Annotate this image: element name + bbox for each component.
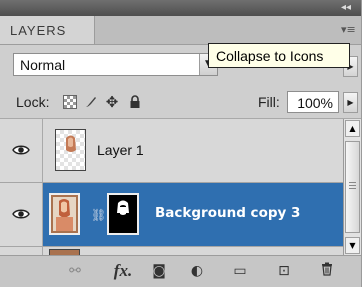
fx-icon[interactable]: fx. [110,262,136,280]
lock-row: Lock: ✥ Fill: 100% ▶ [0,86,361,119]
fill-value: 100% [297,95,333,111]
layers-panel: ◂◂ LAYERS ▾≡ Normal ▼ ▶ Collapse to Icon… [0,0,362,287]
new-layer-icon[interactable]: ⊡ [275,262,293,280]
panel-menu-icon[interactable]: ▾≡ [341,24,356,36]
eye-icon [12,145,30,155]
layer-name[interactable]: Layer 1 [97,142,144,158]
lock-label: Lock: [16,94,50,110]
link-icon[interactable]: ⚯ [63,262,87,280]
scroll-thumb[interactable] [345,141,360,233]
padlock-icon[interactable] [128,95,142,109]
layer-name[interactable]: Background copy 3 [155,205,300,221]
add-mask-icon[interactable]: ◙ [150,262,168,280]
layer-row-partial[interactable] [0,247,343,255]
fill-input[interactable]: 100% [287,91,339,113]
eye-icon [12,209,30,219]
tab-layers-label: LAYERS [10,23,67,38]
lock-pixels-icon[interactable] [84,95,98,109]
scroll-down-icon[interactable]: ▼ [345,237,360,254]
tab-layers[interactable]: LAYERS [0,16,95,44]
move-icon[interactable]: ✥ [105,95,119,110]
lock-transparent-icon[interactable] [63,95,77,109]
tab-row: LAYERS ▾≡ [0,16,361,45]
adjustment-icon[interactable]: ◐ [188,262,206,280]
tooltip-text: Collapse to Icons [216,48,324,64]
mask-link-icon[interactable]: ⛓ [91,208,106,222]
trash-icon[interactable] [318,262,336,280]
layer-row-selected[interactable]: ⛓ Background copy 3 [0,183,343,247]
fill-label: Fill: [258,94,280,110]
panel-title-bar[interactable]: ◂◂ [0,0,361,16]
layer-mask-thumbnail[interactable] [107,193,139,235]
bottom-toolbar: ⚯ fx. ◙ ◐ ▭ ⊡ [0,255,361,287]
blend-mode-value: Normal [20,57,66,73]
layer-thumbnail[interactable] [55,129,86,171]
fill-arrow-icon[interactable]: ▶ [343,92,358,113]
layers-list: Layer 1 ⛓ Background copy 3 [0,119,343,255]
visibility-toggle[interactable] [0,119,43,182]
blend-mode-select[interactable]: Normal ▼ [13,53,218,76]
folder-icon[interactable]: ▭ [231,262,249,280]
layer-row[interactable]: Layer 1 [0,119,343,183]
visibility-toggle[interactable] [0,183,43,246]
collapse-icon[interactable]: ◂◂ [337,2,355,14]
layer-thumbnail[interactable] [49,193,80,235]
layers-scrollbar[interactable]: ▲ ▼ [343,119,361,255]
tooltip: Collapse to Icons [208,43,350,68]
visibility-toggle[interactable] [0,247,43,255]
scroll-up-icon[interactable]: ▲ [345,120,360,137]
